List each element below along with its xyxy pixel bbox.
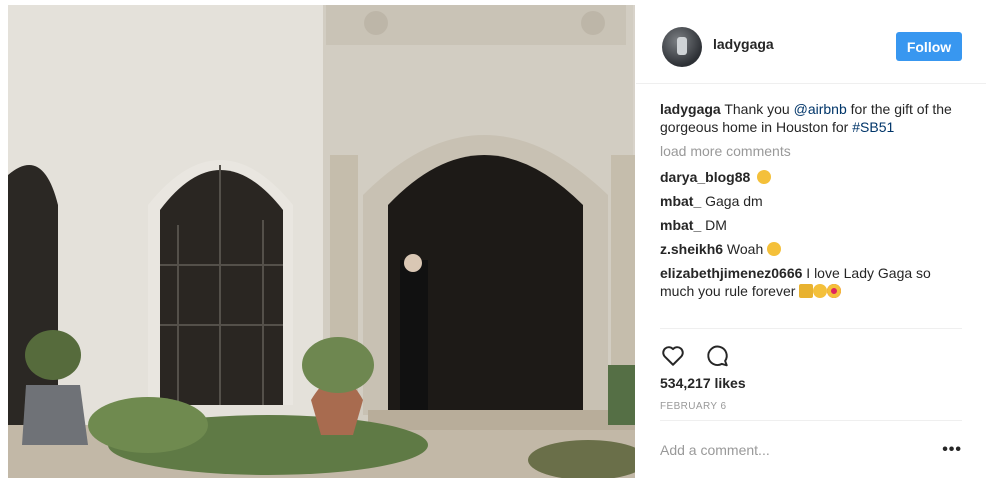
caption-mention[interactable]: @airbnb [794,101,847,117]
comment-username[interactable]: mbat_ [660,193,701,209]
comment-username[interactable]: darya_blog88 [660,169,750,185]
like-count[interactable]: 534,217 likes [660,375,746,391]
comment-text: Gaga dm [701,193,763,209]
post-sidebar: ladygaga Follow ladygaga Thank you @airb… [636,5,986,478]
comments-section: ladygaga Thank you @airbnb for the gift … [660,100,965,306]
caption-hashtag[interactable]: #SB51 [852,119,894,135]
action-bar [660,342,960,372]
comment-item: z.sheikh6 Woah [660,240,965,258]
post-header: ladygaga Follow [636,5,986,84]
add-comment-input[interactable] [660,437,930,463]
heart-eyes-face-icon [827,284,842,298]
header-username[interactable]: ladygaga [713,36,774,52]
post-date[interactable]: FEBRUARY 6 [660,401,726,412]
comment-item: darya_blog88 [660,168,965,186]
more-options-icon[interactable]: ••• [942,441,962,459]
comment-item: mbat_ DM [660,216,965,234]
caption-username[interactable]: ladygaga [660,101,721,117]
caption-text-1: Thank you [720,101,794,117]
divider [660,328,962,329]
crown-icon [799,284,814,298]
divider [660,420,962,421]
comment-username[interactable]: elizabethjimenez0666 [660,265,802,281]
comment-text: DM [701,217,727,233]
comment-username[interactable]: mbat_ [660,217,701,233]
comment-text: Woah [723,241,768,257]
load-more-comments[interactable]: load more comments [660,142,965,160]
comment-icon[interactable] [704,342,730,368]
caption: ladygaga Thank you @airbnb for the gift … [660,100,965,136]
avatar-figure [677,37,687,55]
post-photo[interactable] [8,5,635,478]
avatar[interactable] [662,27,702,67]
heart-icon[interactable] [660,342,686,368]
comment-item: mbat_ Gaga dm [660,192,965,210]
comment-item: elizabethjimenez0666 I love Lady Gaga so… [660,264,965,300]
follow-button[interactable]: Follow [896,32,962,61]
angel-face-icon [813,284,828,298]
comment-username[interactable]: z.sheikh6 [660,241,723,257]
grimacing-face-icon [767,242,782,256]
surprised-face-icon [757,170,772,184]
